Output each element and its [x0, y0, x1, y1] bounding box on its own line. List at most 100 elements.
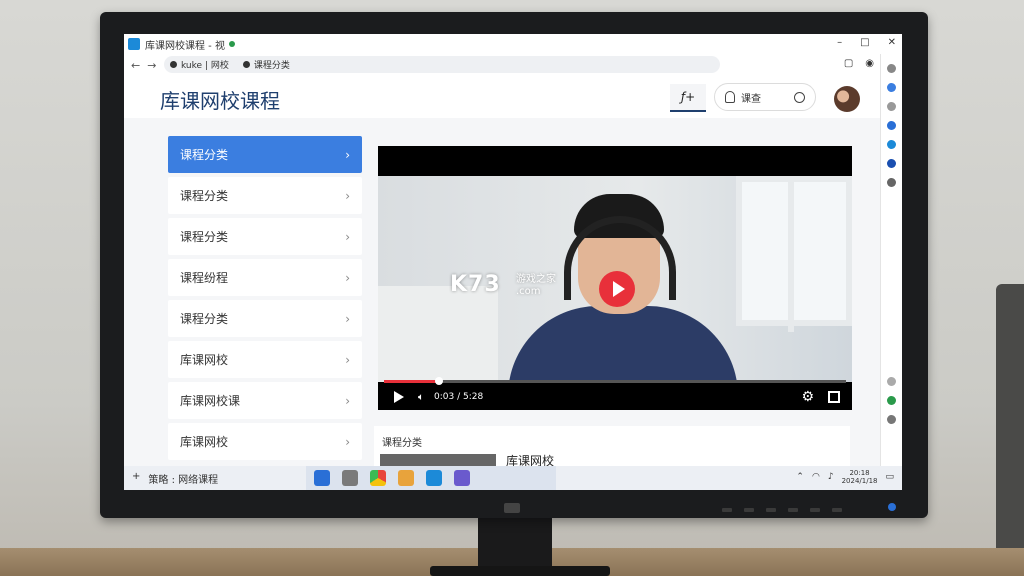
add-icon[interactable]: + — [132, 471, 140, 486]
play-icon[interactable] — [394, 391, 404, 403]
watermark-logo: K73 — [450, 272, 501, 297]
app-icon[interactable] — [454, 470, 470, 486]
site-logo[interactable]: 库课网校课程 — [160, 85, 280, 114]
minimize-button[interactable]: – — [837, 37, 842, 48]
sidebar-item-3[interactable]: 课程分类 › — [168, 218, 362, 255]
rail-green-icon[interactable] — [887, 396, 896, 405]
sidebar-item-2[interactable]: 课程分类 › — [168, 177, 362, 214]
rail-font-icon[interactable] — [887, 64, 896, 73]
video-time: 0:03 / 5:28 — [434, 392, 484, 402]
record-icon — [242, 61, 250, 68]
history-icon[interactable] — [794, 92, 805, 103]
video-shelf-bg — [378, 286, 498, 382]
maximize-button[interactable]: □ — [860, 37, 869, 48]
profile-icon[interactable]: ◉ — [865, 58, 874, 69]
search-pill[interactable]: 课查 — [714, 83, 816, 111]
tray-date: 2024/1/18 — [841, 477, 878, 485]
presenter-body — [508, 306, 738, 382]
header-function-button[interactable]: ƒ+ — [670, 84, 706, 112]
play-overlay-button[interactable] — [599, 271, 635, 307]
bell-icon — [725, 91, 735, 103]
tray-volume-icon[interactable]: ♪ — [828, 472, 834, 482]
site-info-icon[interactable] — [170, 61, 177, 68]
chevron-right-icon: › — [345, 229, 350, 244]
chevron-right-icon: › — [345, 352, 350, 367]
sidebar-item-label: 课程纷程 — [180, 271, 229, 285]
speaker — [996, 284, 1024, 554]
chrome-icon[interactable] — [370, 470, 386, 486]
watermark-sub-2: .com — [516, 286, 541, 297]
taskbar: + 策略 : 网络课程 ⌃ ◠ ♪ 20:18 2024/1/18 ▭ — [124, 466, 902, 490]
browser-app-icon — [128, 38, 140, 50]
taskbar-apps — [306, 466, 556, 490]
store-icon[interactable] — [398, 470, 414, 486]
url-segment-2: 课程分类 — [253, 61, 290, 71]
video-frame[interactable]: K73 游戏之家 .com — [378, 176, 852, 382]
related-title: 课程分类 — [382, 438, 422, 449]
sidebar-item-1[interactable]: 课程分类 › — [168, 136, 362, 173]
taskbar-status: + 策略 : 网络课程 — [132, 471, 218, 486]
forward-button[interactable]: → — [147, 59, 156, 72]
volume-icon[interactable]: 🔈︎ — [418, 392, 424, 403]
rail-plus-icon[interactable] — [887, 415, 896, 424]
start-icon[interactable] — [314, 470, 330, 486]
settings-gear-icon[interactable]: ⚙ — [801, 389, 814, 405]
sidebar-item-label: 库课网校 — [180, 435, 229, 449]
sidebar-item-label: 课程分类 — [180, 189, 229, 203]
video-controls: 🔈︎ 0:03 / 5:28 ⚙ — [378, 384, 852, 410]
video-progress-fill — [384, 380, 440, 383]
screen: 库课网校课程 - 视 – □ ✕ ← → kuke | 网校 课程分类 ▢ ◉ — [124, 34, 902, 490]
notification-icon[interactable]: ▭ — [885, 472, 894, 482]
sidebar-item-4[interactable]: 课程纷程 › — [168, 259, 362, 296]
category-sidebar: 课程分类 › 课程分类 › 课程分类 › 课程纷程 › 课程分类 › 库课网校 … — [168, 136, 362, 464]
fullscreen-icon[interactable] — [828, 391, 840, 403]
split-screen-icon[interactable]: ▢ — [844, 58, 853, 69]
tray-wifi-icon[interactable]: ◠ — [812, 472, 820, 482]
url-segment-1: kuke | 网校 — [181, 61, 229, 71]
site-header: 库课网校课程 ƒ+ 课查 — [124, 76, 880, 118]
sidebar-item-label: 库课网校课 — [180, 394, 241, 408]
monitor-logo — [504, 503, 520, 513]
user-avatar[interactable] — [834, 86, 860, 112]
tray-time: 20:18 — [849, 469, 870, 477]
rail-circle-icon[interactable] — [887, 377, 896, 386]
browser-side-rail — [880, 54, 902, 466]
sidebar-item-6[interactable]: 库课网校 › — [168, 341, 362, 378]
sidebar-item-7[interactable]: 库课网校课 › — [168, 382, 362, 419]
address-bar-icons: ▢ ◉ — [844, 58, 874, 69]
sidebar-item-5[interactable]: 课程分类 › — [168, 300, 362, 337]
chevron-right-icon: › — [345, 434, 350, 449]
video-player[interactable]: K73 游戏之家 .com 🔈︎ 0:03 / 5:28 ⚙ — [378, 146, 852, 410]
status-text: 策略 : 网络课程 — [148, 475, 219, 486]
rail-edge-icon[interactable] — [887, 140, 896, 149]
rail-tools-icon[interactable] — [887, 178, 896, 187]
watermark-sub-1: 游戏之家 — [516, 274, 556, 285]
video-progress-bar[interactable] — [384, 377, 846, 385]
monitor-buttons — [722, 508, 872, 514]
tray-network-icon[interactable]: ⌃ — [796, 472, 804, 482]
search-label: 课查 — [741, 93, 761, 105]
close-button[interactable]: ✕ — [888, 37, 896, 48]
edge-icon[interactable] — [426, 470, 442, 486]
search-icon[interactable] — [342, 470, 358, 486]
related-section: 课程分类 库课网校 — [374, 426, 850, 468]
system-tray: ⌃ ◠ ♪ 20:18 2024/1/18 ▭ — [796, 469, 894, 485]
video-window-bg — [736, 176, 852, 332]
sidebar-item-label: 课程分类 — [180, 148, 229, 162]
back-button[interactable]: ← — [131, 59, 140, 72]
related-thumbnail[interactable] — [380, 454, 496, 466]
rail-copilot-icon[interactable] — [887, 159, 896, 168]
address-bar: ← → kuke | 网校 课程分类 ▢ ◉ — [124, 54, 902, 76]
tray-clock[interactable]: 20:18 2024/1/18 — [842, 469, 878, 485]
rail-cloud-icon[interactable] — [887, 102, 896, 111]
rail-drop-icon[interactable] — [887, 121, 896, 130]
web-page: 库课网校课程 ƒ+ 课查 课程分类 › 课程分类 › 课程分类 › 课程纷程 ›… — [124, 76, 880, 468]
chevron-right-icon: › — [345, 147, 350, 162]
sidebar-item-8[interactable]: 库课网校 › — [168, 423, 362, 460]
monitor-stand-base — [430, 566, 610, 576]
rail-shield-icon[interactable] — [887, 83, 896, 92]
watermark-text: 游戏之家 .com — [516, 274, 556, 298]
tab-title[interactable]: 库课网校课程 - 视 — [145, 37, 225, 52]
url-field[interactable]: kuke | 网校 课程分类 — [164, 56, 720, 73]
power-led — [888, 503, 896, 511]
